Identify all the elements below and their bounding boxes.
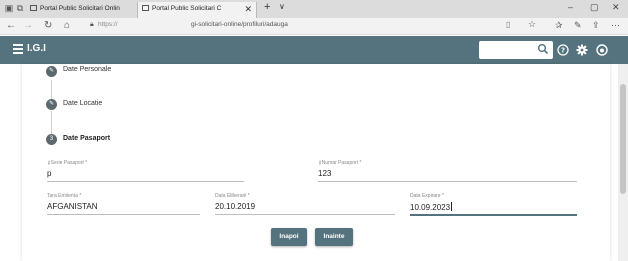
forward-arrow-icon[interactable]: → — [23, 20, 33, 31]
browser-tab-strip: ▣ ⧉ Portal Public Solicitari Onlin Porta… — [0, 0, 628, 18]
browser-toolbar: ← → ↻ ⌂ 🔒︎ https:// gi-solicitari-online… — [0, 18, 628, 35]
browser-tab-2-title: Portal Public Solicitari C — [152, 5, 222, 12]
field-underline — [47, 214, 200, 215]
menu-icon[interactable] — [13, 44, 23, 54]
share-icon[interactable]: ⇪ — [592, 20, 600, 31]
page-icon — [30, 5, 37, 11]
help-icon[interactable]: ? — [557, 44, 569, 56]
reading-view-icon[interactable]: ▯ — [506, 20, 510, 29]
browser-tab-1[interactable]: Portal Public Solicitari Onlin — [26, 2, 136, 18]
step-connector — [51, 80, 52, 99]
step-label: Date Personale — [63, 66, 112, 73]
edit-icon: ✎ — [46, 99, 57, 110]
data-expirare-label: Data Expirare * — [410, 193, 444, 199]
serie-pasaport-value: p — [47, 169, 52, 178]
numar-pasaport-field[interactable]: ⚷Numar Pasaport * 123 — [318, 160, 577, 186]
tara-emitenta-label: Tara Emitenta * — [47, 193, 82, 199]
back-arrow-icon[interactable]: ← — [6, 20, 16, 31]
next-button[interactable]: Inainte — [315, 228, 353, 246]
url-scheme: https:// — [98, 21, 118, 28]
lock-icon: 🔒︎ — [90, 21, 94, 28]
step-connector — [51, 111, 52, 134]
pen-icon[interactable]: ✎ — [574, 20, 582, 31]
svg-text:?: ? — [561, 47, 565, 55]
browser-tab-actions-icon[interactable]: ⧉ — [15, 3, 25, 13]
step-label: Date Locatie — [63, 100, 103, 107]
browser-tab-2[interactable]: Portal Public Solicitari C ✕ — [137, 2, 257, 18]
url-path: gi-solicitari-online/profiluri/adauga — [191, 21, 288, 28]
edit-icon: ✎ — [46, 66, 57, 77]
account-icon[interactable] — [596, 44, 608, 56]
text-caret — [451, 202, 453, 211]
favorites-icon[interactable]: ✰ — [555, 20, 563, 31]
field-underline-active — [410, 214, 577, 216]
numar-pasaport-value: 123 — [318, 169, 332, 178]
tab-list-icon[interactable]: ∨ — [279, 2, 285, 11]
data-expirare-value: 10.09.2023 — [410, 202, 453, 212]
serie-pasaport-field[interactable]: ⚷Serie Pasaport * p — [47, 160, 244, 186]
tara-emitenta-value: AFGANISTAN — [47, 202, 98, 211]
data-eliberarii-field[interactable]: Data Eliberarii * 20.10.2019 — [215, 193, 395, 219]
step-number: 3 — [46, 134, 57, 145]
more-icon[interactable]: ⋯ — [611, 20, 620, 31]
refresh-icon[interactable]: ↻ — [44, 20, 52, 31]
favorite-star-icon[interactable]: ☆ — [528, 19, 536, 30]
restore-icon[interactable]: ▢ — [590, 2, 599, 13]
page-icon — [142, 5, 149, 11]
close-tab-icon[interactable]: ✕ — [244, 2, 252, 16]
field-underline — [47, 181, 244, 182]
data-expirare-field[interactable]: Data Expirare * 10.09.2023 — [410, 193, 577, 219]
field-underline — [215, 214, 395, 215]
app-header: I.G.I ? — [0, 36, 628, 64]
settings-icon[interactable] — [576, 44, 588, 56]
back-button[interactable]: Inapoi — [271, 228, 307, 246]
home-icon[interactable]: ⌂ — [64, 20, 70, 31]
minimize-icon[interactable]: – — [568, 2, 573, 12]
address-bar[interactable]: 🔒︎ https:// gi-solicitari-online/profilu… — [86, 19, 546, 33]
app-title: I.G.I — [27, 43, 46, 54]
numar-pasaport-label: ⚷Numar Pasaport * — [318, 160, 362, 166]
field-underline — [318, 181, 577, 182]
browser-tab-1-title: Portal Public Solicitari Onlin — [40, 5, 120, 12]
close-window-icon[interactable]: ✕ — [612, 2, 620, 13]
data-eliberarii-label: Data Eliberarii * — [215, 193, 250, 199]
step-label: Date Pasaport — [63, 135, 111, 142]
search-icon[interactable] — [537, 43, 549, 55]
serie-pasaport-label: ⚷Serie Pasaport * — [47, 160, 88, 166]
tara-emitenta-field[interactable]: Tara Emitenta * AFGANISTAN — [47, 193, 200, 219]
scrollbar-thumb[interactable] — [620, 84, 626, 194]
browser-back-tabs-icon[interactable]: ▣ — [4, 3, 14, 13]
new-tab-icon[interactable]: + — [264, 1, 270, 13]
data-eliberarii-value: 20.10.2019 — [215, 202, 256, 211]
